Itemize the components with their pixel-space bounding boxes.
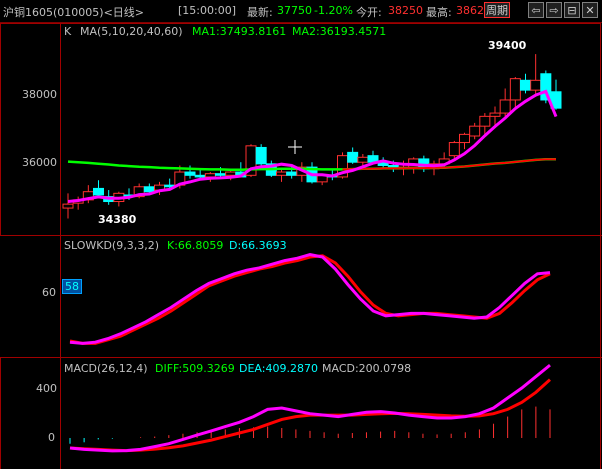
macd-tick-0: 0 xyxy=(48,431,55,444)
candle-body xyxy=(448,142,460,157)
instrument-title: 沪铜1605(010005)<日线> xyxy=(3,6,145,19)
candle-body xyxy=(215,173,226,176)
kd-k-line xyxy=(69,253,551,345)
candle-body xyxy=(286,171,298,176)
macd-diff-line xyxy=(69,363,551,453)
period-button[interactable]: 周期 xyxy=(484,2,510,18)
candle-body xyxy=(459,133,470,144)
candle-body xyxy=(357,156,369,163)
candle-body xyxy=(469,125,481,137)
close-icon[interactable]: ✕ xyxy=(582,2,598,18)
candle-body xyxy=(530,79,542,91)
candle-body xyxy=(204,173,216,178)
candle-body xyxy=(347,151,359,163)
kd-cursor-value: 58 xyxy=(62,279,82,294)
kd-layer xyxy=(69,253,551,345)
candle-body xyxy=(520,79,531,91)
macd-diff-value: DIFF:509.3269 xyxy=(155,362,235,375)
max-price-label: 39400 xyxy=(488,39,527,52)
macd-layer xyxy=(69,363,552,453)
crosshair-cursor xyxy=(288,140,302,154)
kd-d-line xyxy=(69,254,551,345)
candle-body xyxy=(499,99,511,114)
candle-body xyxy=(276,171,287,176)
ma1-value: MA1:37493.8161 xyxy=(192,25,287,38)
time-readout: [15:00:00] xyxy=(178,4,236,17)
kd-tick-60: 60 xyxy=(42,286,56,299)
candle-body xyxy=(540,73,552,101)
y-tick-36000: 36000 xyxy=(22,156,57,169)
kd-label: SLOWKD(9,3,3,2) xyxy=(64,239,160,252)
latest-price: 37750 xyxy=(277,4,312,17)
candle-body xyxy=(479,115,491,127)
ma-params-label: MA(5,10,20,40,60) xyxy=(80,25,183,38)
collapse-icon[interactable]: ⊟ xyxy=(564,2,580,18)
change-percent: -1.20% xyxy=(314,4,353,17)
candle-body xyxy=(184,171,196,176)
y-tick-38000: 38000 xyxy=(22,88,57,101)
candle-body xyxy=(225,171,237,176)
ma2-value: MA2:36193.4571 xyxy=(292,25,387,38)
lines-layer xyxy=(67,89,558,203)
candle-body xyxy=(509,78,521,101)
latest-label: 最新: xyxy=(247,6,273,19)
high-price: 38620 xyxy=(456,4,484,17)
main-k-label: K xyxy=(64,25,72,38)
kd-k-value: K:66.8059 xyxy=(167,239,224,252)
ma1-line xyxy=(67,89,558,203)
kd-d-value: D:66.3693 xyxy=(229,239,287,252)
macd-label: MACD(26,12,4) xyxy=(64,362,148,375)
main-panel-frame xyxy=(0,23,601,236)
candle-body xyxy=(93,187,104,196)
title-bar: 沪铜1605(010005)<日线> [15:00:00] 最新: 37750 … xyxy=(0,0,602,23)
open-label: 今开: xyxy=(356,6,382,19)
candle-body xyxy=(255,146,267,165)
high-label: 最高: xyxy=(426,6,452,19)
macd-tick-400: 400 xyxy=(36,382,57,395)
candle-body xyxy=(143,186,155,193)
candle-body xyxy=(489,112,501,117)
open-price: 38250 xyxy=(388,4,423,17)
min-price-label: 34380 xyxy=(98,213,137,226)
candle-body xyxy=(62,203,74,209)
prev-icon[interactable]: ⇦ xyxy=(528,2,544,18)
next-icon[interactable]: ⇨ xyxy=(546,2,562,18)
macd-dea-value: DEA:409.2870 xyxy=(239,362,318,375)
macd-bar-value: MACD:200.0798 xyxy=(322,362,412,375)
candle-body xyxy=(194,174,206,178)
